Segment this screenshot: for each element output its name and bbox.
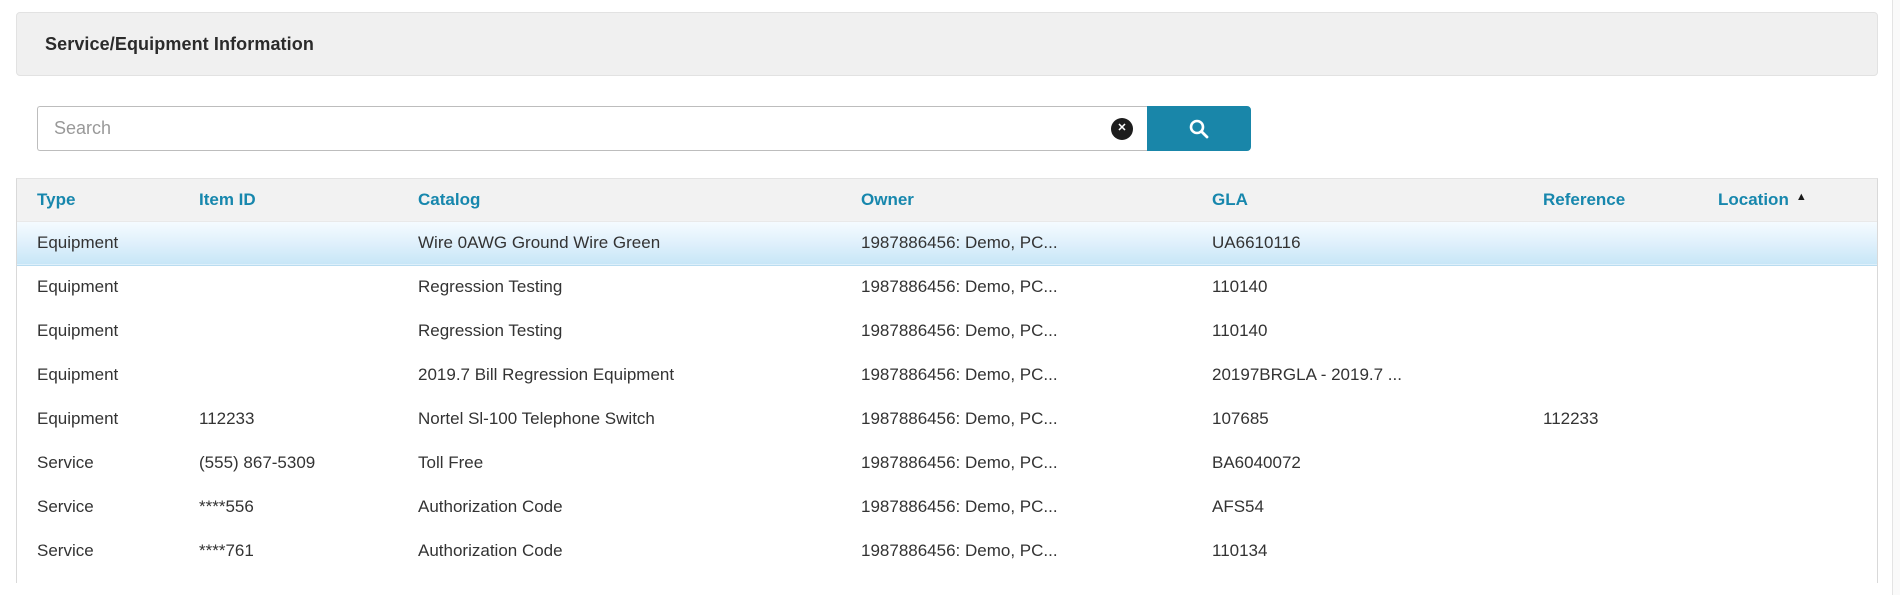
cell-item-id[interactable] xyxy=(179,309,398,353)
cell-type[interactable]: Service xyxy=(17,529,179,573)
cell-gla[interactable]: 110140 xyxy=(1192,309,1523,353)
cell-gla[interactable]: BA6040072 xyxy=(1192,441,1523,485)
table-row[interactable]: Equipment 2019.7 Bill Regression Equipme… xyxy=(17,353,1877,397)
equipment-table: Type Item ID Catalog Owner GLA Reference… xyxy=(16,178,1878,583)
cell-catalog[interactable]: Regression Testing xyxy=(398,309,841,353)
table-row[interactable]: Service (555) 867-5309 Toll Free 1987886… xyxy=(17,441,1877,485)
cell-gla[interactable]: 107685 xyxy=(1192,397,1523,441)
column-header-location-label: Location xyxy=(1718,190,1789,209)
cell-gla[interactable]: AFS54 xyxy=(1192,485,1523,529)
cell-item-id[interactable]: ****556 xyxy=(179,485,398,529)
cell-type[interactable]: Equipment xyxy=(17,265,179,309)
cell-reference[interactable] xyxy=(1523,485,1698,529)
cell-type[interactable]: Service xyxy=(17,441,179,485)
cell-catalog[interactable]: Regression Testing xyxy=(398,265,841,309)
column-header-item-id[interactable]: Item ID xyxy=(179,179,398,221)
column-header-reference[interactable]: Reference xyxy=(1523,179,1698,221)
search-bar: ✕ xyxy=(37,106,1251,151)
table-row[interactable]: Service ****761 Authorization Code 19878… xyxy=(17,529,1877,573)
cell-reference[interactable] xyxy=(1523,265,1698,309)
cell-item-id[interactable]: ****761 xyxy=(179,529,398,573)
cell-catalog[interactable]: Authorization Code xyxy=(398,485,841,529)
cell-type[interactable]: Equipment xyxy=(17,353,179,397)
search-input-wrap: ✕ xyxy=(37,106,1147,151)
cell-location[interactable] xyxy=(1698,309,1877,353)
cell-reference[interactable] xyxy=(1523,529,1698,573)
cell-catalog[interactable]: Toll Free xyxy=(398,441,841,485)
cell-type[interactable]: Service xyxy=(17,485,179,529)
table-row[interactable]: Service ****556 Authorization Code 19878… xyxy=(17,485,1877,529)
cell-catalog[interactable]: 2019.7 Bill Regression Equipment xyxy=(398,353,841,397)
cell-owner[interactable]: 1987886456: Demo, PC... xyxy=(841,441,1192,485)
cell-location[interactable] xyxy=(1698,397,1877,441)
cell-gla[interactable]: UA6610116 xyxy=(1192,221,1523,265)
cell-item-id[interactable]: (555) 867-5309 xyxy=(179,441,398,485)
cell-location[interactable] xyxy=(1698,441,1877,485)
page: Service/Equipment Information ✕ xyxy=(0,0,1900,595)
cell-type[interactable]: Equipment xyxy=(17,397,179,441)
column-header-location[interactable]: Location ▲ xyxy=(1698,179,1877,221)
cell-item-id[interactable] xyxy=(179,221,398,265)
cell-owner[interactable]: 1987886456: Demo, PC... xyxy=(841,221,1192,265)
column-header-gla[interactable]: GLA xyxy=(1192,179,1523,221)
cell-gla[interactable]: 110134 xyxy=(1192,529,1523,573)
clear-search-icon[interactable]: ✕ xyxy=(1111,118,1133,140)
cell-reference[interactable] xyxy=(1523,309,1698,353)
cell-location[interactable] xyxy=(1698,529,1877,573)
cell-type[interactable]: Equipment xyxy=(17,221,179,265)
cell-reference[interactable] xyxy=(1523,221,1698,265)
cell-location[interactable] xyxy=(1698,221,1877,265)
cell-location[interactable] xyxy=(1698,265,1877,309)
cell-item-id[interactable] xyxy=(179,353,398,397)
cell-item-id[interactable]: 112233 xyxy=(179,397,398,441)
cell-catalog[interactable]: Wire 0AWG Ground Wire Green xyxy=(398,221,841,265)
search-input[interactable] xyxy=(37,106,1147,151)
column-header-catalog[interactable]: Catalog xyxy=(398,179,841,221)
cell-reference[interactable] xyxy=(1523,441,1698,485)
cell-catalog[interactable]: Nortel Sl-100 Telephone Switch xyxy=(398,397,841,441)
table-row[interactable]: Equipment Regression Testing 1987886456:… xyxy=(17,309,1877,353)
search-button[interactable] xyxy=(1147,106,1251,151)
cell-reference[interactable]: 112233 xyxy=(1523,397,1698,441)
column-header-owner[interactable]: Owner xyxy=(841,179,1192,221)
sort-ascending-icon: ▲ xyxy=(1796,191,1807,203)
cell-location[interactable] xyxy=(1698,485,1877,529)
cell-catalog[interactable]: Authorization Code xyxy=(398,529,841,573)
cell-owner[interactable]: 1987886456: Demo, PC... xyxy=(841,397,1192,441)
cell-owner[interactable]: 1987886456: Demo, PC... xyxy=(841,485,1192,529)
table-row[interactable]: Equipment Regression Testing 1987886456:… xyxy=(17,265,1877,309)
table-header-row: Type Item ID Catalog Owner GLA Reference… xyxy=(17,179,1877,221)
search-icon xyxy=(1187,117,1211,141)
cell-gla[interactable]: 110140 xyxy=(1192,265,1523,309)
cell-type[interactable]: Equipment xyxy=(17,309,179,353)
column-header-type[interactable]: Type xyxy=(17,179,179,221)
cell-owner[interactable]: 1987886456: Demo, PC... xyxy=(841,353,1192,397)
cell-reference[interactable] xyxy=(1523,353,1698,397)
cell-gla[interactable]: 20197BRGLA - 2019.7 ... xyxy=(1192,353,1523,397)
cell-owner[interactable]: 1987886456: Demo, PC... xyxy=(841,265,1192,309)
vertical-scrollbar[interactable] xyxy=(1892,0,1900,595)
cell-location[interactable] xyxy=(1698,353,1877,397)
table-row[interactable]: Equipment 112233 Nortel Sl-100 Telephone… xyxy=(17,397,1877,441)
cell-owner[interactable]: 1987886456: Demo, PC... xyxy=(841,309,1192,353)
table-row[interactable]: Equipment Wire 0AWG Ground Wire Green 19… xyxy=(17,221,1877,265)
cell-owner[interactable]: 1987886456: Demo, PC... xyxy=(841,529,1192,573)
page-title: Service/Equipment Information xyxy=(45,34,314,55)
panel-header: Service/Equipment Information xyxy=(16,12,1878,76)
cell-item-id[interactable] xyxy=(179,265,398,309)
